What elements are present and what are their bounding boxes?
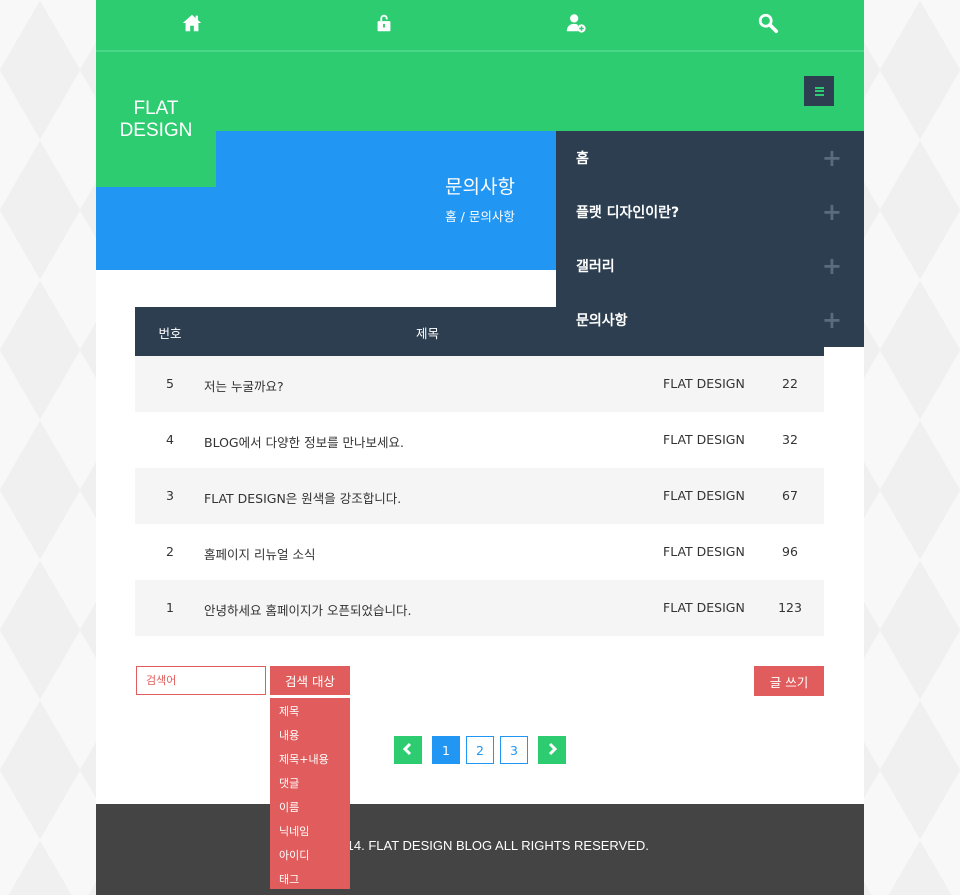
table-row[interactable]: 1 안녕하세요 홈페이지가 오픈되었습니다. FLAT DESIGN 123 [135,580,824,636]
nav-item-inquiry[interactable]: 문의사항 + [556,293,864,347]
top-icon-bar [96,0,864,50]
nav-item-gallery[interactable]: 갤러리 + [556,239,864,293]
row-views: 32 [782,432,798,447]
search-option[interactable]: 이름 [270,796,350,820]
row-author: FLAT DESIGN [663,376,745,391]
search-option[interactable]: 제목 [270,700,350,724]
row-title-link[interactable]: FLAT DESIGN은 원색을 강조합니다. [204,488,401,507]
plus-icon[interactable]: + [822,146,842,170]
nav-item-label: 플랫 디자인이란? [576,205,680,221]
write-button[interactable]: 글 쓰기 [754,666,824,696]
row-views: 123 [778,600,802,615]
nav-item-about[interactable]: 플랫 디자인이란? + [556,185,864,239]
search-option[interactable]: 닉네임 [270,820,350,844]
nav-item-label: 홈 [576,151,589,167]
nav-item-label: 문의사항 [576,313,628,329]
table-row[interactable]: 5 저는 누굴까요? FLAT DESIGN 22 [135,356,824,412]
lock-icon [373,12,395,38]
row-title-link[interactable]: BLOG에서 다양한 정보를 만나보세요. [204,432,404,451]
row-author: FLAT DESIGN [663,544,745,559]
row-author: FLAT DESIGN [663,488,745,503]
table-row[interactable]: 3 FLAT DESIGN은 원색을 강조합니다. FLAT DESIGN 67 [135,468,824,524]
row-num: 1 [166,600,174,615]
hamburger-icon [814,86,824,96]
page-title: 문의사항 [445,176,515,198]
table-row[interactable]: 2 홈페이지 리뉴얼 소식 FLAT DESIGN 96 [135,524,824,580]
page-button[interactable]: 3 [500,736,528,764]
row-title-link[interactable]: 홈페이지 리뉴얼 소식 [204,544,315,563]
plus-icon[interactable]: + [822,308,842,332]
search-icon [757,12,779,38]
join-button[interactable] [480,0,672,50]
site-logo[interactable]: FLAT DESIGN [96,52,216,187]
search-option[interactable]: 아이디 [270,844,350,868]
row-author: FLAT DESIGN [663,432,745,447]
chevron-right-icon [545,742,559,759]
nav-item-label: 갤러리 [576,259,615,275]
header-title: 제목 [416,326,440,341]
prev-page-button[interactable] [394,736,422,764]
search-option[interactable]: 댓글 [270,772,350,796]
header-num: 번호 [158,326,182,341]
page-button[interactable]: 1 [432,736,460,764]
search-option[interactable]: 제목+내용 [270,748,350,772]
user-add-icon [565,12,587,38]
row-num: 4 [166,432,174,447]
page-button[interactable]: 2 [466,736,494,764]
home-button[interactable] [96,0,288,50]
breadcrumb: 홈 / 문의사항 [445,209,515,224]
row-num: 3 [166,488,174,503]
search-input[interactable] [136,666,266,695]
search-target-select[interactable]: 검색 대상 [270,666,350,695]
plus-icon[interactable]: + [822,200,842,224]
search-target-options: 제목 내용 제목+내용 댓글 이름 닉네임 아이디 태그 [270,698,350,889]
page: FLAT DESIGN 문의사항 홈 / 문의사항 홈 + 플랫 디자인이란? … [96,0,864,895]
search-button[interactable] [672,0,864,50]
board-table: 번호 제목 5 저는 누굴까요? FLAT DESIGN 22 4 BLOG에서… [135,307,824,636]
login-button[interactable] [288,0,480,50]
logo-line-1: FLAT [133,97,179,119]
nav-item-home[interactable]: 홈 + [556,131,864,185]
copyright-text: T© 2014. FLAT DESIGN BLOG ALL RIGHTS RES… [311,838,649,853]
row-author: FLAT DESIGN [663,600,745,615]
logo-line-2: DESIGN [119,119,193,141]
row-views: 67 [782,488,798,503]
plus-icon[interactable]: + [822,254,842,278]
search-option[interactable]: 태그 [270,868,350,892]
nav-dropdown: 홈 + 플랫 디자인이란? + 갤러리 + 문의사항 + [556,131,864,347]
row-title-link[interactable]: 저는 누굴까요? [204,376,284,395]
chevron-left-icon [401,742,415,759]
row-views: 22 [782,376,798,391]
search-option[interactable]: 내용 [270,724,350,748]
row-num: 5 [166,376,174,391]
next-page-button[interactable] [538,736,566,764]
menu-toggle-button[interactable] [804,76,834,106]
row-views: 96 [782,544,798,559]
row-title-link[interactable]: 안녕하세요 홈페이지가 오픈되었습니다. [204,600,411,619]
home-icon [181,12,203,38]
row-num: 2 [166,544,174,559]
table-row[interactable]: 4 BLOG에서 다양한 정보를 만나보세요. FLAT DESIGN 32 [135,412,824,468]
